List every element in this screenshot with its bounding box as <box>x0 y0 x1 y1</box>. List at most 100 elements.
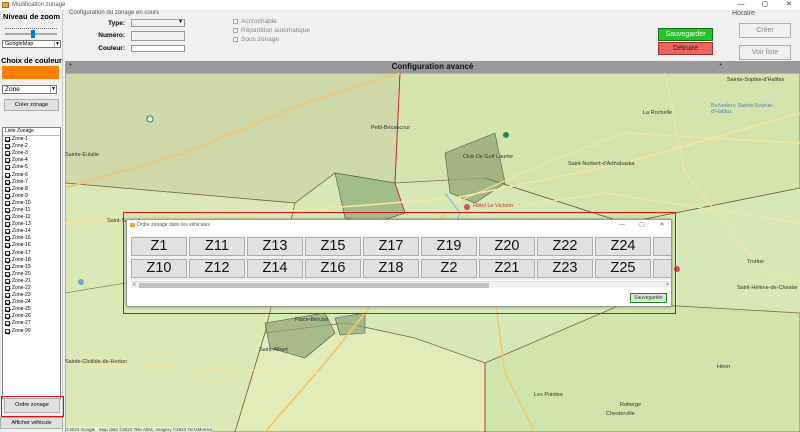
zone-checkbox[interactable] <box>5 137 10 143</box>
checkbox-box[interactable] <box>233 19 238 24</box>
dialog-close-icon[interactable]: ✕ <box>655 220 669 230</box>
maximize-icon[interactable]: ▢ <box>754 0 776 10</box>
couleur-field[interactable] <box>131 45 185 52</box>
zone-order-button[interactable]: Z15 <box>305 237 361 256</box>
zone-order-button[interactable]: Z10 <box>131 259 187 278</box>
zone-area[interactable] <box>394 73 800 224</box>
zone-list-item[interactable]: Zone-5 <box>3 164 60 171</box>
save-zone-button[interactable]: Sauvegarder <box>658 28 713 41</box>
map-pin-icon[interactable] <box>464 204 470 210</box>
color-swatch[interactable] <box>2 66 59 79</box>
zone-order-button[interactable]: Z23 <box>537 259 593 278</box>
dialog-save-button[interactable]: Sauvegarder <box>630 293 667 303</box>
zone-order-button[interactable]: Z24 <box>595 237 651 256</box>
zone-order-button[interactable]: Z12 <box>189 259 245 278</box>
zone-list-item[interactable]: Zone-12 <box>3 214 60 221</box>
scroll-right-icon[interactable]: > <box>664 282 671 289</box>
zone-list-item[interactable]: Zone-2 <box>3 143 60 150</box>
zone-list-item[interactable]: Zone-18 <box>3 257 60 264</box>
zone-order-button[interactable]: Z17 <box>363 237 419 256</box>
dialog-minimize-icon[interactable]: — <box>615 220 629 230</box>
zone-checkbox[interactable] <box>5 165 10 171</box>
zone-checkbox[interactable] <box>5 207 10 213</box>
zone-checkbox[interactable] <box>5 321 10 327</box>
zone-order-button[interactable]: Z18 <box>363 259 419 278</box>
zone-checkbox[interactable] <box>5 264 10 270</box>
zone-list-item[interactable]: Zone-1 <box>3 136 60 143</box>
zone-checkbox[interactable] <box>5 271 10 277</box>
zone-list-item[interactable]: Zone-16 <box>3 242 60 249</box>
zone-checkbox[interactable] <box>5 243 10 249</box>
sous-zonage-checkbox[interactable]: Sous zonage <box>233 36 279 43</box>
zone-checkbox[interactable] <box>5 250 10 256</box>
zone-order-button[interactable]: Z16 <box>305 259 361 278</box>
zone-checkbox[interactable] <box>5 314 10 320</box>
zone-list-item[interactable]: Zone-27 <box>3 320 60 327</box>
map-pin-icon[interactable] <box>503 132 509 138</box>
zone-checkbox[interactable] <box>5 151 10 157</box>
zone-list-item[interactable]: Zone-3 <box>3 150 60 157</box>
zone-checkbox[interactable] <box>5 236 10 242</box>
horaire-create-button[interactable]: Créer <box>739 23 791 38</box>
zoom-slider[interactable] <box>5 28 57 38</box>
zone-list-item[interactable]: Zone-19 <box>3 264 60 271</box>
zone-order-button[interactable]: Z11 <box>189 237 245 256</box>
destroy-zone-button[interactable]: Détruire <box>658 42 713 55</box>
zone-list-item[interactable]: Zone-99 <box>3 328 60 335</box>
zone-checkbox[interactable] <box>5 229 10 235</box>
zone-checkbox[interactable] <box>5 186 10 192</box>
zone-list-item[interactable]: Zone-6 <box>3 171 60 178</box>
collapse-star-icon[interactable]: * <box>69 61 72 73</box>
zone-list-item[interactable]: Zone-11 <box>3 207 60 214</box>
show-vehicle-button[interactable]: Afficher véhicule <box>0 417 63 429</box>
zone-list-item[interactable]: Zone-9 <box>3 193 60 200</box>
zone-checkbox[interactable] <box>5 286 10 292</box>
zone-order-button[interactable]: Z21 <box>479 259 535 278</box>
zone-checkbox[interactable] <box>5 144 10 150</box>
close-icon[interactable]: ✕ <box>778 0 800 10</box>
zone-order-button[interactable]: Z14 <box>247 259 303 278</box>
zone-checkbox[interactable] <box>5 172 10 178</box>
zone-checkbox[interactable] <box>5 278 10 284</box>
zone-order-button[interactable]: Z13 <box>247 237 303 256</box>
zone-list-item[interactable]: Zone-17 <box>3 250 60 257</box>
zone-checkbox[interactable] <box>5 328 10 334</box>
zone-list-item[interactable]: Zone-22 <box>3 285 60 292</box>
repartition-checkbox[interactable]: Répartition automatique <box>233 27 310 34</box>
scrollbar-thumb[interactable] <box>139 283 489 288</box>
horaire-view-list-button[interactable]: Voir liste <box>739 45 791 60</box>
zone-checkbox[interactable] <box>5 257 10 263</box>
map-pin-icon[interactable] <box>146 115 154 123</box>
zone-list-item[interactable]: Zone-20 <box>3 271 60 278</box>
map-pin-icon[interactable] <box>78 279 84 285</box>
zone-order-button[interactable]: Z <box>653 259 671 278</box>
dialog-maximize-icon[interactable]: ▢ <box>635 220 649 230</box>
scroll-left-icon[interactable]: < <box>131 282 138 289</box>
zone-area[interactable] <box>484 302 800 432</box>
zone-list[interactable]: Liste Zonage Zone-1 Zone-2 Zone-3 Zone-4 Zon… <box>2 127 61 399</box>
zone-checkbox[interactable] <box>5 293 10 299</box>
checkbox-box[interactable] <box>233 37 238 42</box>
zone-checkbox[interactable] <box>5 179 10 185</box>
zone-order-button[interactable]: Z19 <box>421 237 477 256</box>
zone-list-item[interactable]: Zone-4 <box>3 157 60 164</box>
type-select[interactable]: ▼ <box>131 19 185 27</box>
accrochable-checkbox[interactable]: Accrochable <box>233 18 277 25</box>
zone-checkbox[interactable] <box>5 222 10 228</box>
create-zone-button[interactable]: Créer zonage <box>4 99 59 111</box>
zone-list-item[interactable]: Zone-23 <box>3 292 60 299</box>
map-type-select[interactable]: GoogleMap ▼ <box>2 40 61 48</box>
zone-list-item[interactable]: Zone-8 <box>3 186 60 193</box>
chevron-down-icon[interactable]: ▼ <box>54 41 60 47</box>
zone-order-button[interactable]: Z1 <box>131 237 187 256</box>
zone-list-item[interactable]: Zone-10 <box>3 200 60 207</box>
horizontal-scrollbar[interactable]: < > <box>131 281 671 288</box>
zone-checkbox[interactable] <box>5 300 10 306</box>
zone-order-button[interactable]: Z20 <box>479 237 535 256</box>
slider-thumb[interactable] <box>31 30 35 38</box>
zone-select[interactable]: Zone ▼ <box>2 85 57 94</box>
zone-order-button[interactable]: Z2 <box>421 259 477 278</box>
zone-checkbox[interactable] <box>5 193 10 199</box>
zone-checkbox[interactable] <box>5 215 10 221</box>
zone-list-item[interactable]: Zone-21 <box>3 278 60 285</box>
